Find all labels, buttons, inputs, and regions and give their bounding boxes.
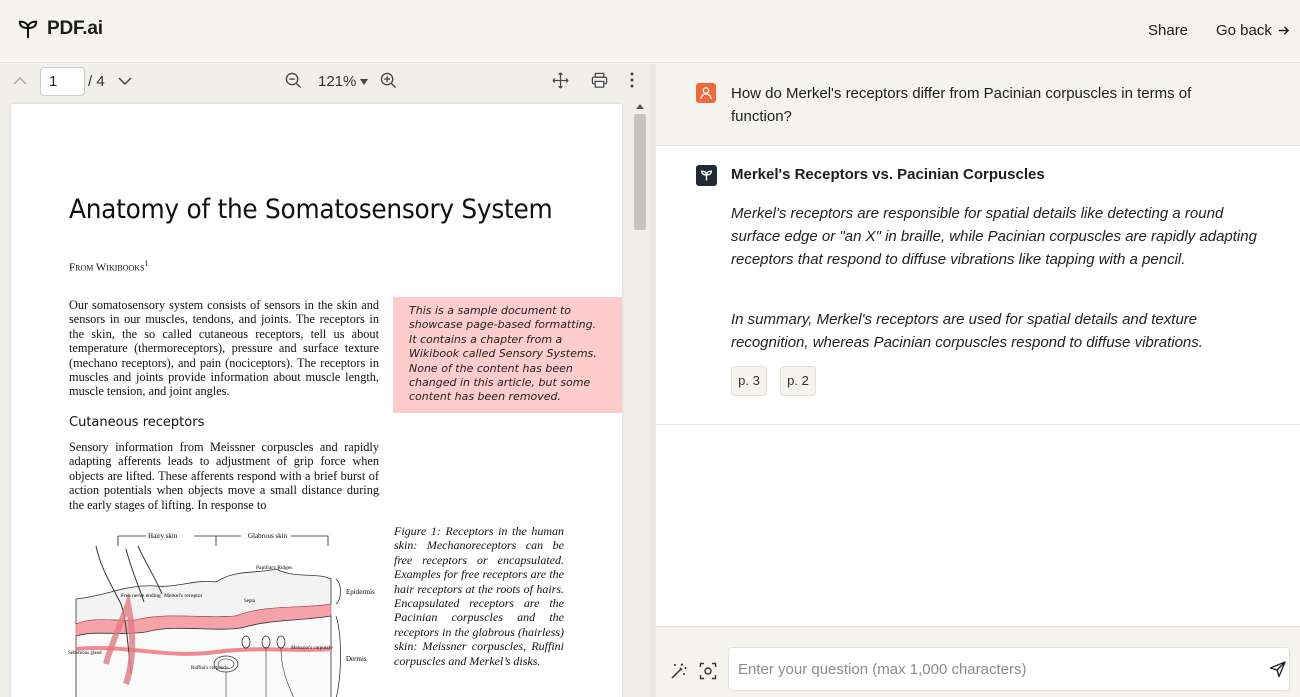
user-icon [700,87,712,100]
logo-icon [18,20,38,39]
question-input[interactable] [728,647,1290,691]
more-vertical-icon [630,72,634,88]
zoom-out-icon [285,72,301,88]
label-glabrous-skin: Glabrous skin [248,532,288,540]
label-dermis: Dermis [346,655,367,663]
arrow-right-icon [1278,26,1290,35]
zoom-out-button[interactable] [283,70,303,90]
pdf-page: Anatomy of the Somatosensory System From… [11,104,622,697]
magic-wand-icon [671,663,687,679]
answer-paragraph-1: Merkel's receptors are responsible for s… [731,205,1257,268]
document-source-text: From Wikibooks [69,261,145,274]
scan-button[interactable] [697,660,719,682]
answer-title: Merkel's Receptors vs. Pacinian Corpuscl… [731,166,1045,183]
user-message: How do Merkel's receptors differ from Pa… [656,64,1300,146]
label-ruffini-corpuscle: Ruffini's corpuscle [191,666,229,671]
label-free-nerve: Free nerve ending [121,593,161,599]
scroll-thumb[interactable] [634,114,646,230]
go-back-button[interactable]: Go back [1216,22,1290,39]
magic-wand-button[interactable] [668,660,690,682]
share-button[interactable]: Share [1148,22,1188,39]
section-heading: Cutaneous receptors [69,415,205,430]
scan-icon [699,662,717,680]
document-title: Anatomy of the Somatosensory System [69,194,553,225]
pdf-viewer: 1 / 4 121% Anatomy of the Somatosensory … [0,64,650,697]
zoom-value: 121% [318,73,357,90]
page-total: / 4 [88,73,105,90]
sample-note-box: This is a sample document to showcase pa… [393,297,622,413]
page-number-input[interactable]: 1 [40,67,85,96]
send-icon[interactable] [1268,659,1288,679]
paragraph-cutaneous: Sensory information from Meissner corpus… [69,440,379,512]
skin-receptors-figure: Hairy skin Glabrous skin Papillary Ridge… [68,532,375,697]
assistant-avatar [696,165,717,186]
paragraph-intro: Our somatosensory system consists of sen… [69,298,379,399]
label-hairy-skin: Hairy skin [148,532,178,540]
chevron-up-icon [13,76,27,85]
label-epidermis: Epidermis [346,588,375,596]
top-bar: PDF.ai Share Go back [0,0,1300,63]
label-sebaceous-gland: Sebaceous gland [68,651,102,656]
print-button[interactable] [589,70,609,90]
scroll-up-arrow[interactable] [636,104,644,109]
print-icon [591,72,607,88]
brand[interactable]: PDF.ai [17,18,103,40]
label-meissner-corpuscle: Meissner's corpuscle [291,646,333,651]
label-septa: Septa [244,599,256,604]
answer-paragraph-2: In summary, Merkel's receptors are used … [731,311,1203,351]
citation-page-2[interactable]: p. 2 [780,366,816,396]
move-icon [552,72,568,88]
assistant-message: Merkel's Receptors vs. Pacinian Corpuscl… [656,147,1300,425]
user-avatar [696,83,716,103]
prev-page-button[interactable] [10,71,30,91]
zoom-in-icon [380,72,396,88]
zoom-select[interactable]: 121% [318,73,369,90]
pan-button[interactable] [550,70,570,90]
document-area[interactable]: Anatomy of the Somatosensory System From… [0,100,650,697]
document-source: From Wikibooks1 [69,259,149,274]
brand-name: PDF.ai [47,18,103,39]
chat-panel: How do Merkel's receptors differ from Pa… [656,64,1300,697]
ai-logo-icon [700,170,713,181]
go-back-label: Go back [1216,22,1272,39]
footnote-mark: 1 [144,259,149,268]
chevron-down-icon [118,77,132,86]
viewer-toolbar: 1 / 4 121% [0,64,650,100]
next-page-button[interactable] [115,71,135,91]
caret-down-icon [360,78,369,85]
label-merkels-receptor: Merkel's receptor [164,593,203,599]
zoom-in-button[interactable] [378,70,398,90]
citation-page-3[interactable]: p. 3 [731,366,767,396]
question-input-bar [656,626,1300,697]
user-question: How do Merkel's receptors differ from Pa… [731,85,1192,125]
figure-caption: Figure 1: Receptors in the human skin: M… [394,524,564,668]
more-options-button[interactable] [622,70,642,90]
